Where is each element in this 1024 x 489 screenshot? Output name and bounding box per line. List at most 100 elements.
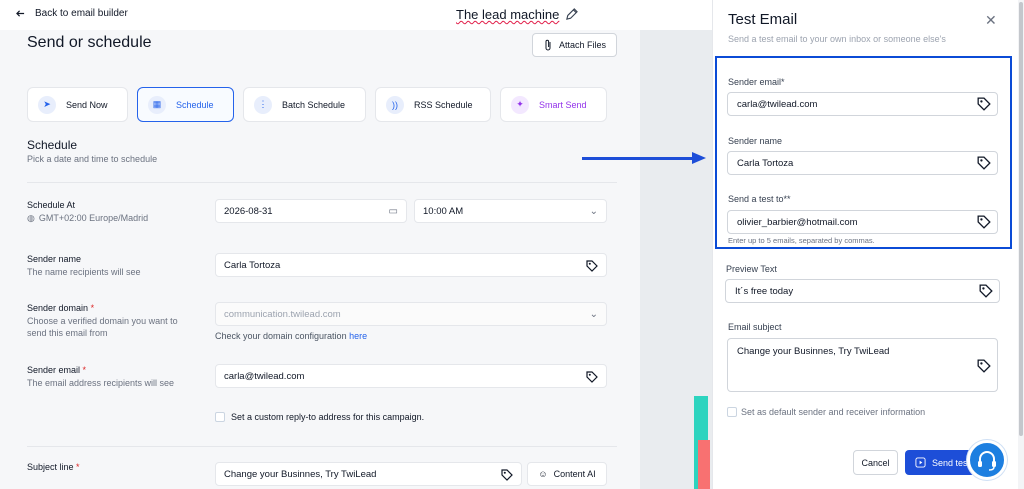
send-to-label: Send a test to**	[728, 194, 791, 204]
test-email-title: Test Email	[728, 11, 798, 28]
divider	[27, 446, 617, 447]
divider	[27, 182, 617, 183]
send-to-input[interactable]: olivier_barbier@hotmail.com	[727, 210, 998, 234]
default-sender-label: Set as default sender and receiver infor…	[741, 407, 926, 417]
test-sender-email-label: Sender email*	[728, 77, 785, 87]
headset-icon	[978, 451, 996, 471]
support-chat-button[interactable]	[967, 440, 1007, 480]
mode-label: RSS Schedule	[414, 99, 473, 110]
mode-rss-schedule[interactable]: )) RSS Schedule	[375, 87, 491, 122]
batch-icon: ⋮	[254, 95, 272, 114]
rss-icon: ))	[386, 95, 404, 114]
tag-icon[interactable]	[586, 260, 598, 272]
email-subject-label: Email subject	[728, 322, 782, 332]
pencil-icon[interactable]	[565, 8, 579, 21]
schedule-at-label: Schedule At	[27, 200, 76, 210]
tag-icon[interactable]	[977, 359, 991, 373]
tag-icon[interactable]	[977, 97, 991, 111]
mode-label: Schedule	[176, 99, 214, 110]
send-to-value: olivier_barbier@hotmail.com	[737, 216, 858, 228]
test-sender-email-input[interactable]: carla@twilead.com	[727, 92, 998, 116]
test-sender-email-value: carla@twilead.com	[737, 98, 818, 110]
test-sender-name-label: Sender name	[728, 136, 783, 146]
back-link[interactable]: Back to email builder	[16, 8, 128, 19]
sender-email-value: carla@twilead.com	[224, 370, 305, 382]
mode-label: Smart Send	[539, 99, 587, 110]
sender-email-label: Sender email *	[27, 365, 87, 375]
mode-label: Send Now	[66, 99, 108, 110]
send-icon: ➤	[38, 95, 56, 114]
subject-line-input[interactable]: Change your Businnes, Try TwiLead	[215, 462, 522, 486]
attach-files-button[interactable]: Attach Files	[532, 33, 617, 57]
sender-name-input[interactable]: Carla Tortoza	[215, 253, 607, 277]
annotation-arrow-head	[692, 152, 706, 164]
date-value: 2026-08-31	[224, 205, 273, 217]
tag-icon[interactable]	[501, 469, 513, 481]
attach-files-label: Attach Files	[558, 40, 607, 50]
sender-domain-value: communication.twilead.com	[224, 308, 341, 320]
mode-batch-schedule[interactable]: ⋮ Batch Schedule	[243, 87, 366, 122]
tag-icon[interactable]	[979, 284, 993, 298]
timezone-label: ◍ GMT+02:00 Europe/Madrid	[27, 212, 148, 224]
content-ai-button[interactable]: ☺ Content AI	[527, 462, 607, 486]
robot-icon: ☺	[538, 469, 548, 479]
test-sender-name-input[interactable]: Carla Tortoza	[727, 151, 998, 175]
campaign-title[interactable]: The lead machine	[456, 7, 579, 22]
sender-name-value: Carla Tortoza	[224, 259, 281, 271]
mode-schedule[interactable]: ▦ Schedule	[137, 87, 234, 122]
timezone-text: GMT+02:00 Europe/Madrid	[38, 213, 149, 223]
chevron-down-icon: ⌄	[589, 206, 598, 217]
tag-icon[interactable]	[977, 215, 991, 229]
sender-domain-label: Sender domain *	[27, 303, 95, 313]
preview-text-value: It´s free today	[735, 285, 794, 297]
calendar-icon: ▭	[388, 206, 398, 217]
sender-email-sub: The email address recipients will see	[27, 378, 175, 388]
sender-email-input[interactable]: carla@twilead.com	[215, 364, 607, 388]
test-sender-name-value: Carla Tortoza	[737, 157, 794, 169]
time-value: 10:00 AM	[423, 205, 464, 217]
send-to-hint: Enter up to 5 emails, separated by comma…	[728, 236, 875, 245]
sender-name-sub: The name recipients will see	[27, 267, 141, 277]
schedule-title: Schedule	[27, 138, 78, 152]
mode-smart-send[interactable]: ✦ Smart Send	[500, 87, 607, 122]
cancel-button[interactable]: Cancel	[853, 450, 898, 475]
content-ai-label: Content AI	[553, 469, 596, 479]
domain-config-hint: Check your domain configuration here	[215, 331, 368, 341]
play-icon	[915, 457, 926, 468]
scrollbar-thumb[interactable]	[1019, 2, 1023, 436]
back-label: Back to email builder	[35, 8, 128, 19]
page-title: Send or schedule	[27, 34, 152, 51]
mode-label: Batch Schedule	[282, 99, 346, 110]
default-sender-checkbox[interactable]	[727, 407, 737, 417]
test-email-subtitle: Send a test email to your own inbox or s…	[728, 34, 946, 44]
email-subject-value: Change your Businnes, Try TwiLead	[737, 346, 890, 357]
arrow-left-icon	[16, 10, 25, 17]
calendar-icon: ▦	[148, 95, 166, 114]
close-icon[interactable]: ✕	[985, 12, 997, 29]
sender-domain-select[interactable]: communication.twilead.com ⌄	[215, 302, 607, 326]
preview-text-label: Preview Text	[726, 264, 777, 274]
reply-to-label: Set a custom reply-to address for this c…	[231, 412, 425, 422]
paperclip-icon	[545, 39, 551, 51]
wand-icon: ✦	[511, 95, 529, 114]
annotation-arrow	[582, 157, 694, 160]
preview-decoration	[698, 440, 710, 489]
time-select[interactable]: 10:00 AM ⌄	[414, 199, 607, 223]
tag-icon[interactable]	[586, 371, 598, 383]
send-test-label: Send test	[932, 457, 971, 468]
subject-line-value: Change your Businnes, Try TwiLead	[224, 468, 377, 480]
date-input[interactable]: 2026-08-31 ▭	[215, 199, 407, 223]
subject-line-label: Subject line *	[27, 462, 80, 472]
globe-icon: ◍	[27, 213, 35, 223]
sender-domain-sub: Choose a verified domain you want to sen…	[27, 316, 178, 338]
mode-send-now[interactable]: ➤ Send Now	[27, 87, 128, 122]
reply-to-checkbox[interactable]	[215, 412, 225, 422]
email-subject-textarea[interactable]: Change your Businnes, Try TwiLead	[727, 338, 998, 392]
chevron-down-icon: ⌄	[589, 309, 598, 320]
tag-icon[interactable]	[977, 156, 991, 170]
domain-config-link[interactable]: here	[349, 331, 367, 341]
schedule-subtitle: Pick a date and time to schedule	[27, 154, 158, 164]
preview-text-input[interactable]: It´s free today	[725, 279, 1000, 303]
sender-name-label: Sender name	[27, 254, 82, 264]
test-email-panel: Test Email Send a test email to your own…	[712, 0, 1024, 489]
